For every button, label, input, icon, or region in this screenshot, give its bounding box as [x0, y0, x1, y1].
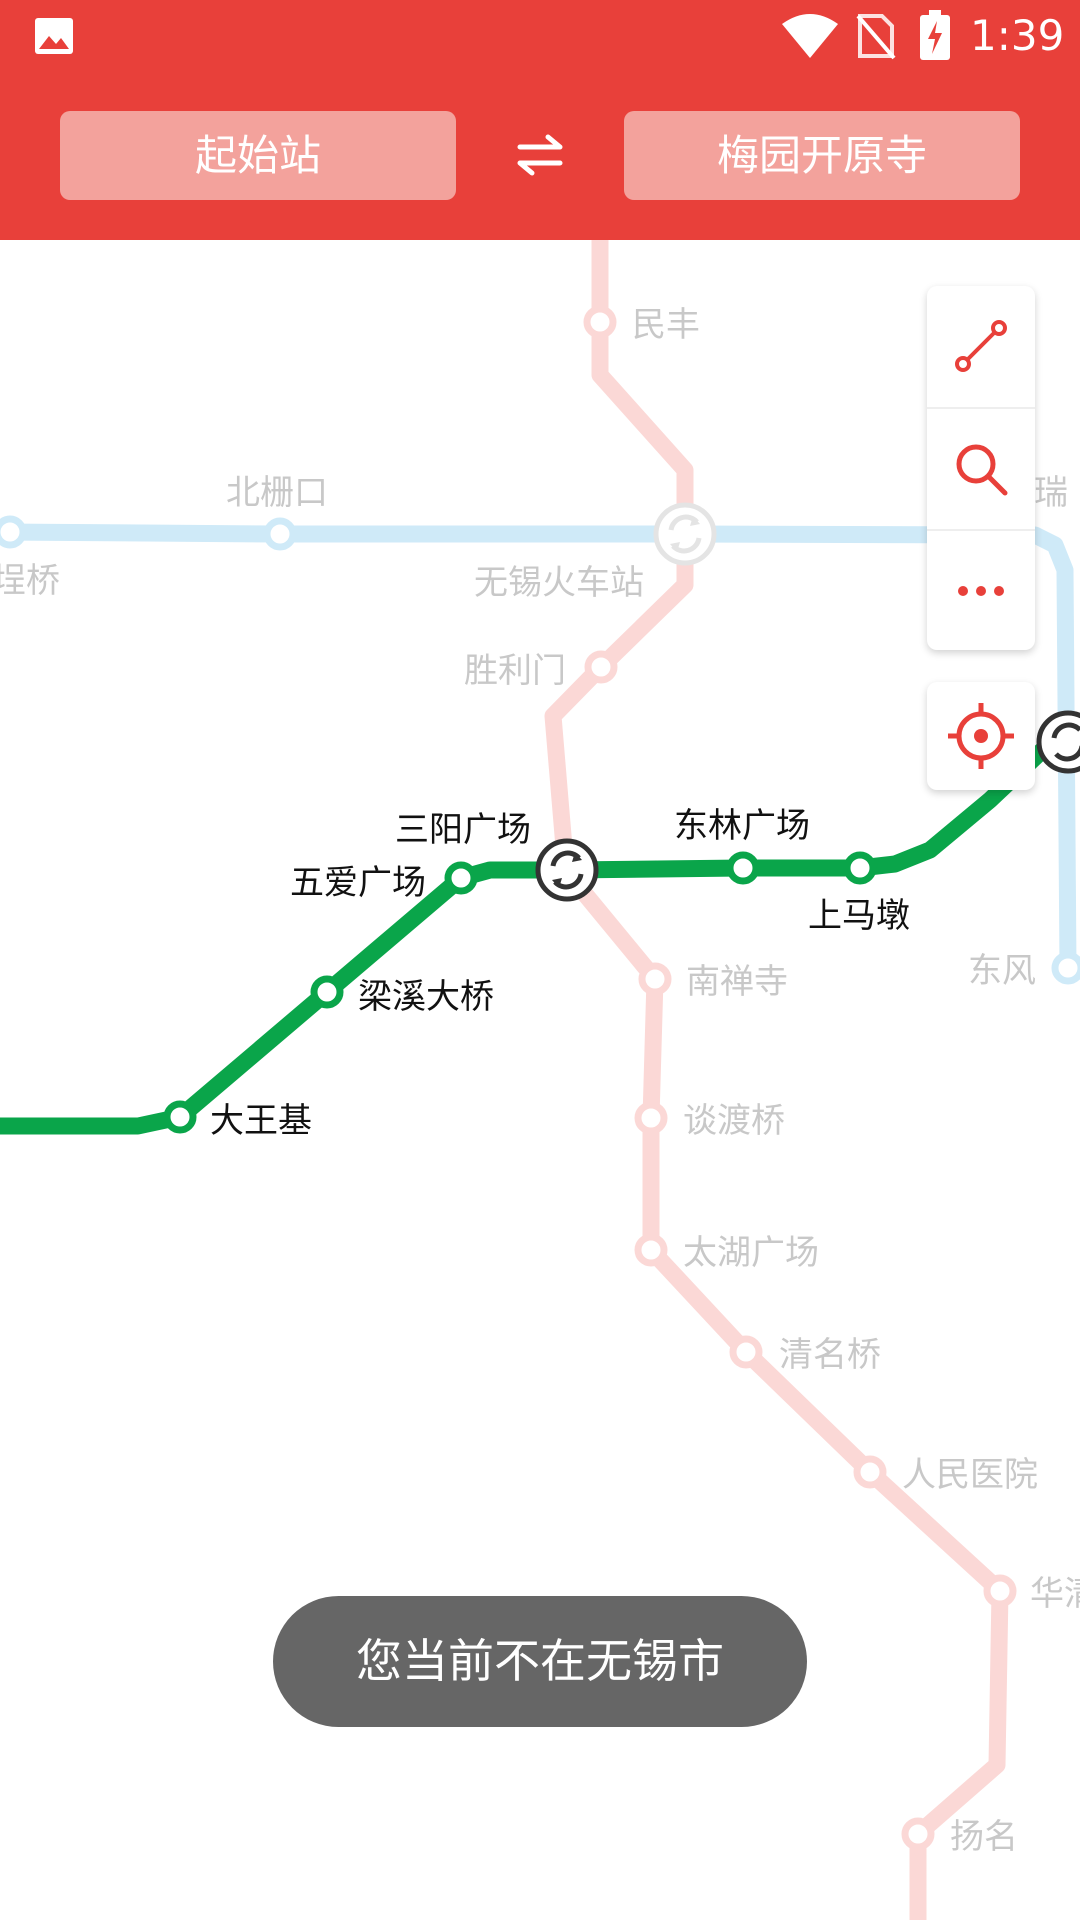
label-nanchansi: 南禅寺	[686, 962, 788, 1002]
search-icon	[956, 444, 1008, 496]
locate-icon	[948, 703, 1014, 769]
search-button[interactable]	[927, 407, 1035, 529]
wifi-icon	[782, 14, 838, 58]
no-sim-icon	[856, 14, 896, 60]
station-hua[interactable]	[983, 1574, 1017, 1608]
label-liangxi: 梁溪大桥	[358, 977, 494, 1017]
label-qiao: 埕桥	[0, 561, 60, 601]
station-yangming[interactable]	[901, 1817, 935, 1851]
label-beizhakou: 北栅口	[226, 473, 328, 513]
more-button[interactable]	[927, 529, 1035, 651]
battery-charging-icon	[920, 10, 950, 60]
label-dawangji: 大王基	[210, 1101, 312, 1141]
station-wuai[interactable]	[444, 861, 478, 895]
location-toast: 您当前不在无锡市	[273, 1596, 807, 1727]
label-wuxi-station: 无锡火车站	[474, 563, 644, 603]
label-qingming: 清名桥	[779, 1335, 881, 1375]
status-time: 1:39	[970, 11, 1065, 60]
label-sanyang: 三阳广场	[395, 810, 531, 850]
app-header: 1:39 起始站 梅园开原寺	[0, 0, 1080, 240]
end-station-button[interactable]: 梅园开原寺	[624, 111, 1020, 200]
station-liangxi[interactable]	[310, 975, 344, 1009]
label-wuai: 五爱广场	[290, 863, 426, 903]
label-minfeng: 民丰	[632, 305, 700, 345]
route-button[interactable]	[927, 286, 1035, 406]
station-qiao[interactable]	[0, 515, 27, 549]
station-qingming[interactable]	[729, 1335, 763, 1369]
locate-button[interactable]	[927, 682, 1035, 790]
station-minfeng[interactable]	[583, 305, 617, 339]
label-rui: 瑞	[1034, 473, 1068, 513]
label-donglin: 东林广场	[674, 806, 810, 846]
status-bar: 1:39	[0, 0, 1080, 75]
station-donglin[interactable]	[726, 851, 760, 885]
label-taihu: 太湖广场	[683, 1233, 819, 1273]
more-icon	[958, 586, 1004, 596]
swap-icon[interactable]	[514, 133, 566, 177]
label-hua: 华清	[1030, 1574, 1080, 1614]
station-shangmadun[interactable]	[843, 851, 877, 885]
label-tandu: 谈渡桥	[683, 1101, 785, 1141]
station-shenglimen[interactable]	[584, 650, 618, 684]
interchange-sanyang[interactable]	[535, 838, 599, 902]
interchange-wuxi-station[interactable]	[653, 502, 717, 566]
label-shangmadun: 上马墩	[808, 896, 910, 936]
map-tools-panel	[927, 286, 1035, 650]
station-beizhakou[interactable]	[263, 517, 297, 551]
station-hospital[interactable]	[853, 1455, 887, 1489]
interchange-right-edge[interactable]	[1036, 710, 1080, 774]
label-shenglimen: 胜利门	[464, 651, 566, 691]
start-station-button[interactable]: 起始站	[60, 111, 456, 200]
station-dongfeng[interactable]	[1051, 951, 1080, 985]
station-taihu[interactable]	[634, 1233, 668, 1267]
station-nanchansi[interactable]	[638, 962, 672, 996]
station-dawangji[interactable]	[163, 1100, 197, 1134]
route-icon	[955, 320, 1007, 372]
station-tandu[interactable]	[634, 1101, 668, 1135]
label-dongfeng: 东风	[968, 951, 1036, 991]
gallery-icon	[35, 18, 73, 54]
label-yangming: 扬名	[950, 1817, 1018, 1857]
label-hospital: 人民医院	[902, 1455, 1038, 1495]
